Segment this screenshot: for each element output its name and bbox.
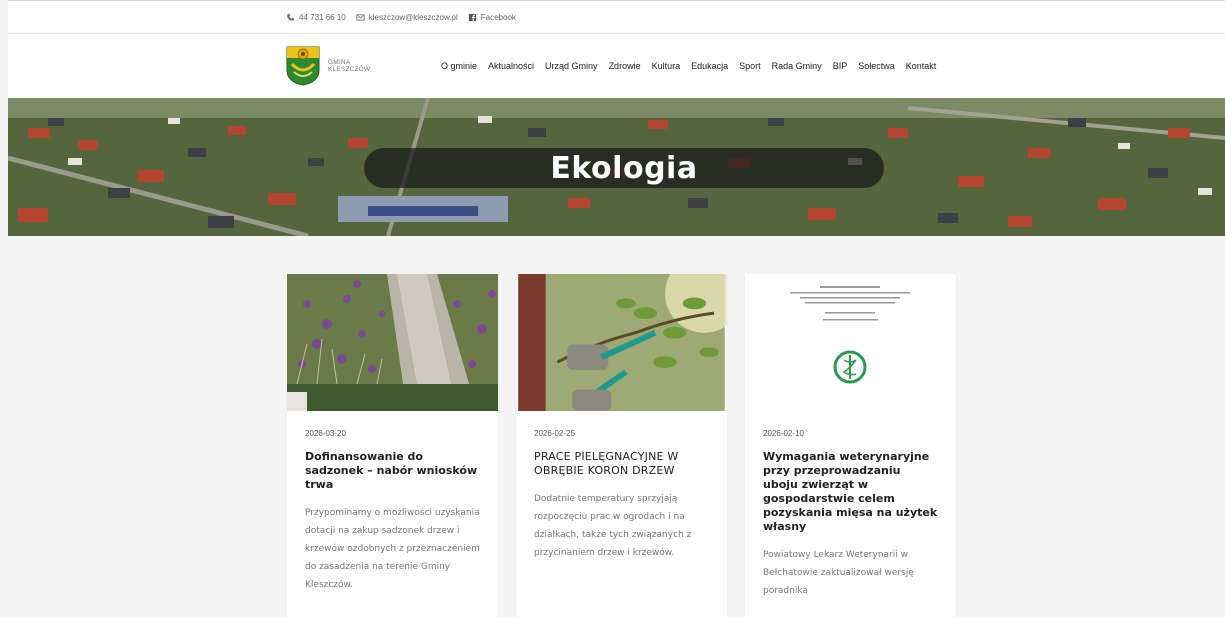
hero-title-box: Ekologia bbox=[364, 148, 884, 188]
menu-item-aktualnosci[interactable]: Aktualności bbox=[488, 61, 534, 71]
menu-item-zdrowie[interactable]: Zdrowie bbox=[609, 61, 641, 71]
logo-line-1: GMINA bbox=[328, 58, 351, 66]
page-title: Ekologia bbox=[550, 150, 698, 186]
email-link[interactable]: kleszczow@kleszczow.pl bbox=[356, 13, 458, 22]
news-card[interactable]: 2026-02-10 Wymagania weterynaryjne przy … bbox=[745, 274, 956, 617]
news-list: 2026-03-20 Dofinansowanie do sadzonek – … bbox=[287, 274, 956, 617]
site-logo[interactable]: GMINA KLESZCZÓW bbox=[286, 46, 441, 86]
menu-item-edukacja[interactable]: Edukacja bbox=[691, 61, 728, 71]
logo-text: GMINA KLESZCZÓW bbox=[328, 59, 370, 74]
card-date: 2026-02-25 bbox=[534, 429, 575, 438]
logo-line-2: KLESZCZÓW bbox=[328, 66, 371, 73]
menu-item-bip[interactable]: BIP bbox=[833, 61, 848, 71]
mail-icon bbox=[356, 13, 365, 21]
menu-item-rada-gminy[interactable]: Rada Gminy bbox=[772, 61, 822, 71]
news-card[interactable]: 2026-03-20 Dofinansowanie do sadzonek – … bbox=[287, 274, 498, 617]
garden-path-image[interactable] bbox=[287, 274, 498, 411]
menu-item-kultura[interactable]: Kultura bbox=[652, 61, 681, 71]
email-address: kleszczow@kleszczow.pl bbox=[368, 12, 458, 22]
page: 44 731 66 10 kleszczow@kleszczow.pl Face… bbox=[8, 0, 1225, 617]
phone-number: 44 731 66 10 bbox=[299, 12, 346, 22]
card-body: 2026-02-10 Wymagania weterynaryjne przy … bbox=[745, 411, 956, 600]
card-excerpt: Powiatowy Lekarz Weterynarii w Bełchatow… bbox=[763, 550, 914, 596]
card-excerpt: Przypominamy o możliwości uzyskania dota… bbox=[305, 508, 480, 590]
hero-banner: Ekologia bbox=[8, 98, 1225, 236]
menu: O gminie Aktualności Urząd Gminy Zdrowie… bbox=[441, 61, 936, 71]
card-title[interactable]: Wymagania weterynaryjne przy przeprowadz… bbox=[763, 450, 938, 534]
card-body: 2026-03-20 Dofinansowanie do sadzonek – … bbox=[287, 411, 498, 594]
document-thumbnail-image[interactable] bbox=[745, 274, 956, 411]
menu-item-sport[interactable]: Sport bbox=[739, 61, 761, 71]
phone-link[interactable]: 44 731 66 10 bbox=[286, 13, 346, 22]
card-date: 2026-03-20 bbox=[305, 429, 346, 438]
facebook-label: Facebook bbox=[480, 12, 516, 22]
card-title[interactable]: PRACE PIELĘGNACYJNE W OBRĘBIE KORON DRZE… bbox=[534, 450, 709, 478]
menu-item-urzad-gminy[interactable]: Urząd Gminy bbox=[545, 61, 598, 71]
top-contact-bar: 44 731 66 10 kleszczow@kleszczow.pl Face… bbox=[8, 0, 1225, 34]
facebook-icon bbox=[468, 13, 476, 21]
card-title[interactable]: Dofinansowanie do sadzonek – nabór wnios… bbox=[305, 450, 480, 492]
news-card[interactable]: 2026-02-25 PRACE PIELĘGNACYJNE W OBRĘBIE… bbox=[516, 274, 727, 617]
phone-icon bbox=[287, 13, 295, 21]
card-date: 2026-02-10 bbox=[763, 429, 804, 438]
coat-of-arms-icon bbox=[286, 46, 320, 86]
card-excerpt: Dodatnie temperatury sprzyjają rozpoczęc… bbox=[534, 494, 692, 558]
facebook-link[interactable]: Facebook bbox=[468, 13, 516, 22]
main-navigation: GMINA KLESZCZÓW O gminie Aktualności Urz… bbox=[8, 34, 1225, 98]
card-body: 2026-02-25 PRACE PIELĘGNACYJNE W OBRĘBIE… bbox=[516, 411, 727, 562]
pruning-shears-image[interactable] bbox=[516, 274, 727, 411]
menu-item-o-gminie[interactable]: O gminie bbox=[441, 61, 477, 71]
menu-item-solectwa[interactable]: Sołectwa bbox=[858, 61, 895, 71]
menu-item-kontakt[interactable]: Kontakt bbox=[906, 61, 937, 71]
